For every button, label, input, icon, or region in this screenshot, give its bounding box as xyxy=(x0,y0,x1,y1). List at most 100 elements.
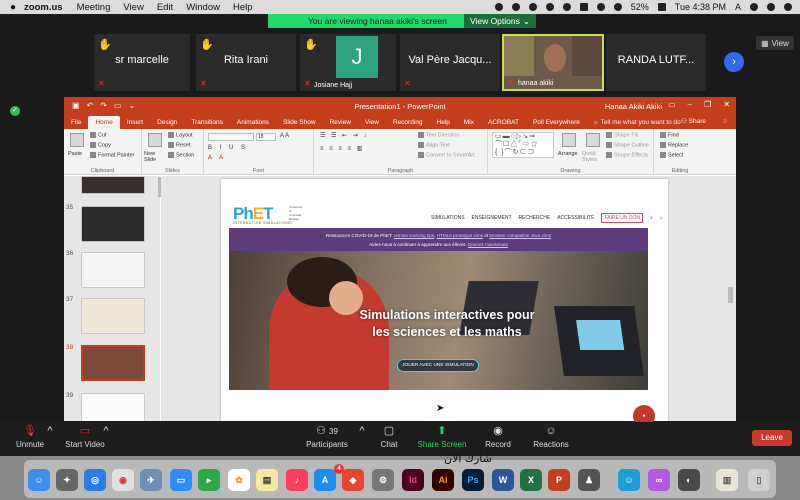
convert-smartart-button[interactable]: Convert to SmartArt xyxy=(418,152,475,158)
current-slide[interactable]: PhET INTERACTIVE SIMULATIONS University … xyxy=(221,179,668,421)
link-donate-now[interactable]: Donnez maintenant xyxy=(468,242,508,247)
illustrator-icon[interactable]: Ai xyxy=(432,469,454,491)
siri-icon[interactable] xyxy=(767,3,775,11)
font-name-input[interactable] xyxy=(208,133,254,141)
tab-mix[interactable]: Mix xyxy=(457,116,481,129)
layout-button[interactable]: Layout xyxy=(168,132,193,138)
view-options-button[interactable]: View Options ⌄ xyxy=(463,14,536,28)
lock-icon[interactable]: ⌂ xyxy=(660,215,663,221)
font-format-buttons[interactable]: B I U S xyxy=(208,145,248,151)
tab-home[interactable]: Home xyxy=(88,116,120,129)
input-source[interactable]: A xyxy=(735,2,741,12)
select-button[interactable]: Select xyxy=(660,152,683,158)
safari-icon[interactable]: ◎ xyxy=(84,469,106,491)
apple-icon[interactable]: ● xyxy=(10,2,16,13)
menu-list-icon[interactable] xyxy=(784,3,792,11)
section-button[interactable]: Section xyxy=(168,152,194,158)
photos-icon[interactable]: ✿ xyxy=(228,469,250,491)
slide-thumbnail-selected[interactable] xyxy=(81,345,145,381)
tab-design[interactable]: Design xyxy=(150,116,184,129)
ribbon-display-icon[interactable]: ▭ xyxy=(668,100,676,109)
nav-enseignement[interactable]: ENSEIGNEMENT xyxy=(472,215,512,221)
powerpoint-icon[interactable]: P xyxy=(548,469,570,491)
trash-icon[interactable]: ▯ xyxy=(748,469,770,491)
quick-styles-button[interactable]: Quick Styles xyxy=(582,151,604,163)
chrome-icon[interactable]: ◉ xyxy=(112,469,134,491)
new-slide-button[interactable]: New Slide xyxy=(144,151,166,163)
search-icon[interactable] xyxy=(750,3,758,11)
copy-button[interactable]: Copy xyxy=(90,142,111,148)
close-icon[interactable]: ✕ xyxy=(723,100,730,109)
link-remote-tips[interactable]: remote learning tips xyxy=(394,233,434,238)
cut-button[interactable]: Cut xyxy=(90,132,107,138)
play-simulation-button[interactable]: JOUER AVEC UNE SIMULATION xyxy=(397,359,479,372)
anydesk-icon[interactable]: ◆ xyxy=(342,469,364,491)
arrange-icon[interactable] xyxy=(562,133,576,147)
text-direction-button[interactable]: Text Direction xyxy=(418,132,459,138)
participants-button[interactable]: ⚇ 39 Participants xyxy=(300,424,354,449)
link-java-sims[interactable]: browser-compatible Java sims xyxy=(489,233,551,238)
tab-help[interactable]: Help xyxy=(430,116,457,129)
battery-percent[interactable]: 52% xyxy=(631,2,649,12)
participant-tile[interactable]: ✋ Rita Irani ✕ xyxy=(196,34,296,91)
shape-effects-button[interactable]: Shape Effects xyxy=(606,152,648,158)
video-options-button[interactable]: ^ xyxy=(100,424,112,438)
smiley-icon[interactable]: ☺ xyxy=(721,116,728,128)
menu-help[interactable]: Help xyxy=(233,2,253,13)
slide-thumbnail[interactable] xyxy=(81,298,145,334)
nav-simulations[interactable]: SIMULATIONS xyxy=(431,215,465,221)
participant-tile[interactable]: RANDA LUTF... xyxy=(606,34,706,91)
slide-thumbnail[interactable] xyxy=(81,206,145,242)
preview-icon[interactable]: ✈ xyxy=(140,469,162,491)
participant-tile[interactable]: ✋ J ✕ Josiane Hajj xyxy=(300,34,396,91)
close-circle-icon[interactable] xyxy=(528,3,537,11)
ppt-user[interactable]: Hanaa Akiki Akiki xyxy=(605,102,662,111)
menu-view[interactable]: View xyxy=(123,2,143,13)
participants-options-button[interactable]: ^ xyxy=(356,424,368,438)
slide-thumbnail[interactable] xyxy=(81,176,145,194)
system-preferences-icon[interactable]: ⚙ xyxy=(372,469,394,491)
reset-button[interactable]: Reset xyxy=(168,142,190,148)
shape-outline-button[interactable]: Shape Outline xyxy=(606,142,649,148)
menu-app-name[interactable]: zoom.us xyxy=(24,2,63,13)
mirror-icon[interactable] xyxy=(579,3,588,11)
font-size-input[interactable]: 18 xyxy=(256,133,276,141)
share-button[interactable]: ⚇ Share xyxy=(681,116,706,128)
paste-icon[interactable] xyxy=(70,133,84,147)
font-color-buttons[interactable]: A A xyxy=(208,155,226,161)
indesign-icon[interactable]: Id xyxy=(402,469,424,491)
shapes-gallery[interactable]: ▭▬○▷↘⇒ ⌒☐△⌜⇨☆{ }⌒↻⊂⊃ xyxy=(492,132,554,158)
accessibility-icon[interactable]: ☺ xyxy=(618,469,640,491)
nav-recherche[interactable]: RECHERCHE xyxy=(519,215,551,221)
menu-window[interactable]: Window xyxy=(186,2,220,13)
chat-button[interactable]: ▢ Chat xyxy=(372,424,406,449)
grow-shrink-font[interactable]: A A xyxy=(280,133,289,139)
finder-icon[interactable]: ☺ xyxy=(28,469,50,491)
facetime-icon[interactable]: ▸ xyxy=(198,469,220,491)
view-button[interactable]: ▦ View xyxy=(756,36,794,50)
record-icon[interactable] xyxy=(494,3,503,11)
appstore-icon[interactable]: A xyxy=(314,469,336,491)
participant-tile[interactable]: ✋ sr marcelle ✕ xyxy=(94,34,190,91)
tab-review[interactable]: Review xyxy=(323,116,358,129)
next-page-button[interactable]: › xyxy=(724,52,744,72)
app-icon[interactable]: ♟ xyxy=(578,469,600,491)
tab-insert[interactable]: Insert xyxy=(120,116,150,129)
shield-icon[interactable]: ✓ xyxy=(10,106,20,116)
launchpad-icon[interactable]: ✦ xyxy=(56,469,78,491)
paste-button[interactable]: Paste xyxy=(68,151,82,157)
tab-recording[interactable]: Recording xyxy=(386,116,430,129)
quick-styles-icon[interactable] xyxy=(586,133,600,147)
align-text-button[interactable]: Align Text xyxy=(418,142,450,148)
zoom-icon[interactable]: ▭ xyxy=(170,469,192,491)
menubar-clock[interactable]: Tue 4:38 PM xyxy=(675,2,726,12)
search-icon[interactable]: ⌕ xyxy=(650,215,653,221)
audio-options-button[interactable]: ^ xyxy=(44,424,56,438)
record-button[interactable]: ◉ Record xyxy=(478,424,518,449)
tell-me-search[interactable]: ☼ Tell me what you want to do xyxy=(593,116,681,129)
shape-fill-button[interactable]: Shape Fill xyxy=(606,132,638,138)
menu-meeting[interactable]: Meeting xyxy=(77,2,111,13)
photoshop-icon[interactable]: Ps xyxy=(462,469,484,491)
arrange-button[interactable]: Arrange xyxy=(558,151,578,157)
wifi-icon[interactable] xyxy=(613,3,622,11)
